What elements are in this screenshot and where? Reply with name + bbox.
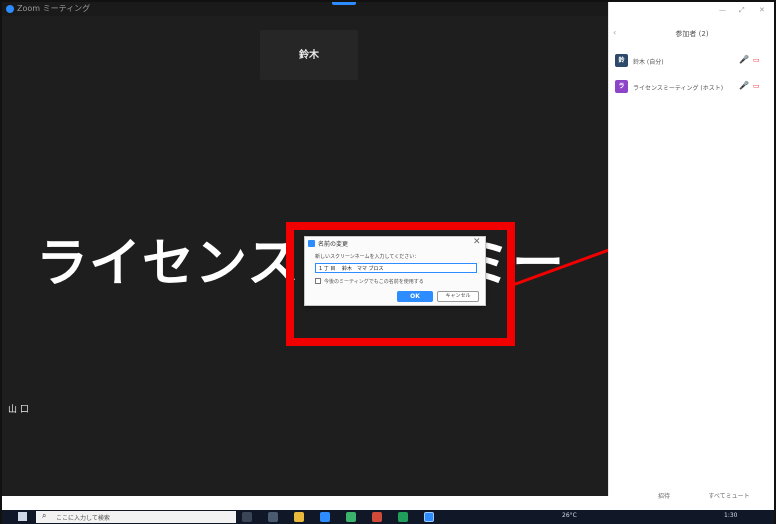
screen-share-indicator[interactable] [332, 2, 356, 5]
search-icon: ⌕ [42, 511, 47, 520]
window-titlebar: Zoom ミーティング [2, 2, 608, 16]
zoom-app-icon [6, 5, 14, 13]
participant-name: ライセンスミーティング (ホスト) [633, 85, 724, 92]
task-view-icon[interactable] [242, 512, 252, 522]
weather-text[interactable]: 26°C [562, 512, 577, 519]
self-name-tag: 山 口 [8, 405, 29, 415]
widgets-icon[interactable] [268, 512, 278, 522]
participants-header: 参加者 (2) [675, 30, 709, 38]
active-speaker-tile[interactable]: 鈴木 [260, 30, 358, 80]
video-off-icon[interactable]: ▭ [753, 56, 760, 64]
avatar: ラ [615, 80, 628, 93]
windows-taskbar: ⌕ ここに入力して検索 26°C 1:30 [2, 510, 774, 524]
file-explorer-icon[interactable] [294, 512, 304, 522]
window-title: Zoom ミーティング [17, 4, 91, 13]
mic-muted-icon[interactable]: 🎤 [739, 81, 749, 90]
highlight-box [286, 222, 515, 346]
participant-row[interactable]: ラ ライセンスミーティング (ホスト) 🎤 ▭ [613, 80, 771, 94]
maximize-icon[interactable]: ⤢ [739, 6, 745, 15]
speaker-name: 鈴木 [299, 50, 319, 61]
clock-text[interactable]: 1:30 [724, 512, 737, 519]
chrome-icon[interactable] [346, 512, 356, 522]
taskbar-search[interactable]: ⌕ ここに入力して検索 [36, 511, 236, 523]
zoom-taskbar-icon[interactable] [424, 512, 434, 522]
mute-all-button[interactable]: すべてミュート [699, 491, 759, 503]
participants-panel: — ⤢ ✕ ‹ 参加者 (2) 鈴 鈴木 (自分) 🎤 ▭ ラ ライセンスミーテ… [608, 2, 774, 500]
excel-icon[interactable] [398, 512, 408, 522]
avatar: 鈴 [615, 54, 628, 67]
minimize-icon[interactable]: — [719, 6, 726, 14]
participant-name: 鈴木 (自分) [633, 59, 664, 66]
close-window-icon[interactable]: ✕ [759, 6, 765, 14]
windows-start-icon[interactable] [18, 512, 27, 521]
app-icon[interactable] [372, 512, 382, 522]
edge-icon[interactable] [320, 512, 330, 522]
invite-button[interactable]: 招待 [647, 491, 681, 503]
participant-row[interactable]: 鈴 鈴木 (自分) 🎤 ▭ [613, 54, 771, 68]
mic-muted-icon[interactable]: 🎤 [739, 55, 749, 64]
video-off-icon[interactable]: ▭ [753, 82, 760, 90]
search-placeholder: ここに入力して検索 [56, 515, 110, 522]
